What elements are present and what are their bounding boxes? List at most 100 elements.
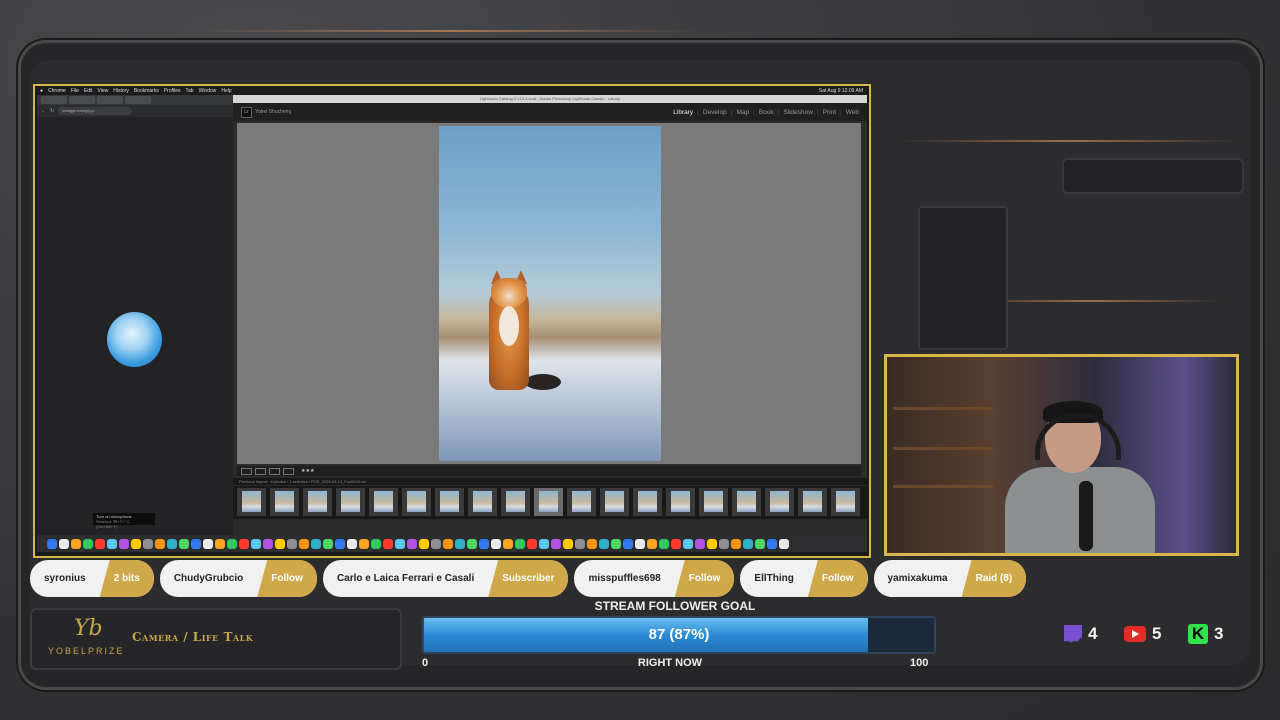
dock-app-icon[interactable]: [575, 538, 585, 549]
menu-clock[interactable]: Sat Aug 9 12:09 AM: [819, 88, 869, 94]
back-icon[interactable]: ←: [41, 108, 46, 114]
dock-app-icon[interactable]: [563, 538, 573, 549]
filmstrip-thumbnail[interactable]: [402, 488, 431, 516]
dock-app-icon[interactable]: [323, 538, 333, 549]
dock-app-icon[interactable]: [479, 538, 489, 549]
filmstrip-thumbnail[interactable]: [633, 488, 662, 516]
module-map[interactable]: Map: [736, 109, 749, 116]
filmstrip-thumbnail[interactable]: [435, 488, 464, 516]
dock-app-icon[interactable]: [527, 538, 537, 549]
rating-stars[interactable]: ★★★: [301, 468, 314, 474]
dock-app-icon[interactable]: [143, 538, 153, 549]
filmstrip-thumbnail[interactable]: [468, 488, 497, 516]
menu-window[interactable]: Window: [199, 88, 217, 94]
menu-history[interactable]: History: [113, 88, 129, 94]
dock-app-icon[interactable]: [239, 538, 249, 549]
dock-app-icon[interactable]: [503, 538, 513, 549]
dock-app-icon[interactable]: [287, 538, 297, 549]
grid-view-icon[interactable]: [241, 467, 252, 475]
dock-app-icon[interactable]: [83, 538, 93, 549]
filmstrip-thumbnail[interactable]: [303, 488, 332, 516]
dock-app-icon[interactable]: [743, 538, 753, 549]
address-bar[interactable]: chatgpt.com/g/g-p...: [58, 107, 133, 115]
dock-app-icon[interactable]: [455, 538, 465, 549]
module-develop[interactable]: Develop: [703, 109, 727, 116]
dock-app-icon[interactable]: [731, 538, 741, 549]
menu-bookmarks[interactable]: Bookmarks: [134, 88, 159, 94]
module-library[interactable]: Library: [673, 109, 693, 116]
module-book[interactable]: Book: [759, 109, 774, 116]
filmstrip-thumbnail[interactable]: [798, 488, 827, 516]
filmstrip-thumbnail[interactable]: [534, 488, 563, 516]
filmstrip-thumbnail[interactable]: [699, 488, 728, 516]
dock-app-icon[interactable]: [383, 538, 393, 549]
module-slideshow[interactable]: Slideshow: [783, 109, 813, 116]
dock-app-icon[interactable]: [491, 538, 501, 549]
filmstrip-thumbnail[interactable]: [567, 488, 596, 516]
menu-view[interactable]: View: [98, 88, 109, 94]
filmstrip-thumbnail[interactable]: [336, 488, 365, 516]
dock-app-icon[interactable]: [131, 538, 141, 549]
dock-app-icon[interactable]: [395, 538, 405, 549]
survey-view-icon[interactable]: [283, 467, 294, 475]
chrome-tab[interactable]: [125, 96, 151, 104]
dock-app-icon[interactable]: [659, 538, 669, 549]
dock-app-icon[interactable]: [467, 538, 477, 549]
dock-app-icon[interactable]: [203, 538, 213, 549]
dock-app-icon[interactable]: [647, 538, 657, 549]
dock-app-icon[interactable]: [119, 538, 129, 549]
dock-app-icon[interactable]: [263, 538, 273, 549]
filmstrip-source[interactable]: Previous Import · 6 photos / 1 selected …: [233, 478, 867, 485]
dock-app-icon[interactable]: [539, 538, 549, 549]
dock-app-icon[interactable]: [407, 538, 417, 549]
filmstrip-thumbnail[interactable]: [369, 488, 398, 516]
dock-app-icon[interactable]: [371, 538, 381, 549]
dock-app-icon[interactable]: [155, 538, 165, 549]
chrome-tab[interactable]: [69, 96, 95, 104]
dock-app-icon[interactable]: [623, 538, 633, 549]
menu-profiles[interactable]: Profiles: [164, 88, 181, 94]
dock-app-icon[interactable]: [443, 538, 453, 549]
filmstrip-thumbnail[interactable]: [765, 488, 794, 516]
filmstrip-thumbnail[interactable]: [270, 488, 299, 516]
dock-app-icon[interactable]: [179, 538, 189, 549]
reload-icon[interactable]: ↻: [50, 108, 54, 114]
filmstrip-thumbnail[interactable]: [666, 488, 695, 516]
dock-app-icon[interactable]: [431, 538, 441, 549]
dock-app-icon[interactable]: [671, 538, 681, 549]
dock-app-icon[interactable]: [251, 538, 261, 549]
dock-app-icon[interactable]: [311, 538, 321, 549]
dock-app-icon[interactable]: [767, 538, 777, 549]
dock-app-icon[interactable]: [599, 538, 609, 549]
apple-icon[interactable]: ●: [40, 88, 43, 94]
dock-app-icon[interactable]: [779, 538, 789, 549]
filmstrip-thumbnail[interactable]: [501, 488, 530, 516]
dock-app-icon[interactable]: [335, 538, 345, 549]
dock-app-icon[interactable]: [299, 538, 309, 549]
dock-app-icon[interactable]: [695, 538, 705, 549]
dock-app-icon[interactable]: [683, 538, 693, 549]
dock-app-icon[interactable]: [107, 538, 117, 549]
filmstrip-thumbnail[interactable]: [237, 488, 266, 516]
dock-app-icon[interactable]: [167, 538, 177, 549]
loupe-view-icon[interactable]: [255, 467, 266, 475]
filmstrip-thumbnail[interactable]: [732, 488, 761, 516]
menu-chrome[interactable]: Chrome: [48, 88, 66, 94]
dock-app-icon[interactable]: [215, 538, 225, 549]
dock-app-icon[interactable]: [755, 538, 765, 549]
dock-app-icon[interactable]: [59, 538, 69, 549]
dock-app-icon[interactable]: [275, 538, 285, 549]
dock-app-icon[interactable]: [359, 538, 369, 549]
dock-app-icon[interactable]: [191, 538, 201, 549]
dock-app-icon[interactable]: [587, 538, 597, 549]
module-print[interactable]: Print: [823, 109, 836, 116]
dock-app-icon[interactable]: [719, 538, 729, 549]
dock-app-icon[interactable]: [635, 538, 645, 549]
menu-file[interactable]: File: [71, 88, 79, 94]
dock-app-icon[interactable]: [707, 538, 717, 549]
dock-app-icon[interactable]: [47, 538, 57, 549]
dock-app-icon[interactable]: [95, 538, 105, 549]
dock-app-icon[interactable]: [611, 538, 621, 549]
chrome-tab[interactable]: [41, 96, 67, 104]
dock-app-icon[interactable]: [551, 538, 561, 549]
